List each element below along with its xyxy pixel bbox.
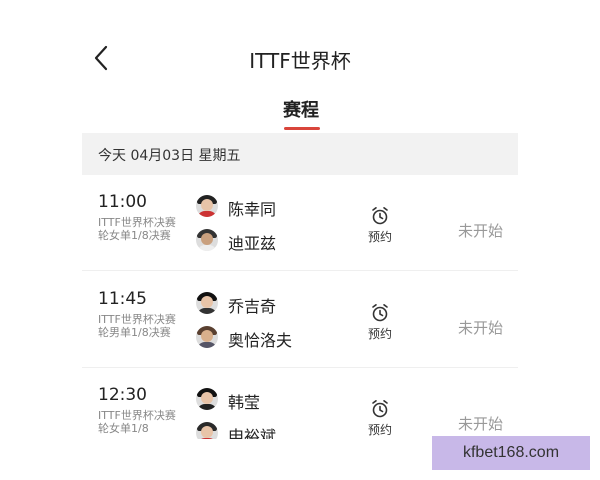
remind-button[interactable]: 预约 bbox=[362, 399, 398, 438]
match-time: 11:00 bbox=[98, 192, 147, 212]
player-name: 迪亚兹 bbox=[228, 234, 277, 253]
player-avatar bbox=[196, 422, 218, 439]
player-avatar bbox=[196, 292, 218, 314]
match-status: 未开始 bbox=[458, 319, 504, 337]
match-event: ITTF世界杯决赛轮女单1/8决赛 bbox=[98, 216, 176, 242]
player-row: 陈幸同 bbox=[196, 192, 366, 224]
remind-label: 预约 bbox=[367, 230, 392, 244]
player-name: 韩莹 bbox=[228, 393, 261, 412]
player-avatar bbox=[196, 388, 218, 410]
alarm-clock-icon bbox=[372, 206, 388, 225]
match-row[interactable]: 11:00 ITTF世界杯决赛轮女单1/8决赛 陈幸同 迪亚兹 预约 未开始 bbox=[82, 184, 518, 266]
player-name: 陈幸同 bbox=[228, 200, 277, 219]
match-status: 未开始 bbox=[458, 415, 504, 433]
alarm-clock-icon bbox=[372, 399, 388, 418]
player-row: 韩莹 bbox=[196, 385, 366, 417]
page-title: ITTF世界杯 bbox=[249, 49, 351, 73]
remind-label: 预约 bbox=[367, 423, 392, 437]
player-row: 乔吉奇 bbox=[196, 289, 366, 321]
divider bbox=[82, 270, 518, 271]
player-name: 申裕斌 bbox=[228, 427, 277, 439]
date-label: 今天 04月03日 星期五 bbox=[98, 148, 241, 164]
match-row[interactable]: 12:30 ITTF世界杯决赛轮女单1/8 韩莹 申裕斌 预约 未开始 bbox=[82, 377, 518, 439]
divider bbox=[82, 367, 518, 368]
player-row: 奥恰洛夫 bbox=[196, 323, 366, 355]
player-row: 申裕斌 bbox=[196, 419, 366, 439]
player-name: 奥恰洛夫 bbox=[228, 331, 293, 350]
alarm-clock-icon bbox=[372, 303, 388, 322]
match-row[interactable]: 11:45 ITTF世界杯决赛轮男单1/8决赛 乔吉奇 奥恰洛夫 预约 未开始 bbox=[82, 281, 518, 363]
player-avatar bbox=[196, 326, 218, 348]
match-time: 12:30 bbox=[98, 385, 147, 405]
match-event: ITTF世界杯决赛轮女单1/8 bbox=[98, 409, 176, 435]
tab-schedule[interactable]: 赛程 bbox=[263, 96, 339, 122]
watermark: kfbet168.com bbox=[432, 436, 590, 470]
header-bar: ITTF世界杯 bbox=[0, 0, 600, 90]
player-avatar bbox=[196, 195, 218, 217]
player-name: 乔吉奇 bbox=[228, 297, 277, 316]
date-header: 今天 04月03日 星期五 bbox=[82, 133, 518, 175]
remind-button[interactable]: 预约 bbox=[362, 303, 398, 342]
remind-label: 预约 bbox=[367, 327, 392, 341]
player-avatar bbox=[196, 229, 218, 251]
match-time: 11:45 bbox=[98, 289, 147, 309]
match-event: ITTF世界杯决赛轮男单1/8决赛 bbox=[98, 313, 176, 339]
tab-active-indicator bbox=[284, 127, 320, 130]
match-status: 未开始 bbox=[458, 222, 504, 240]
remind-button[interactable]: 预约 bbox=[362, 206, 398, 245]
player-row: 迪亚兹 bbox=[196, 226, 366, 258]
